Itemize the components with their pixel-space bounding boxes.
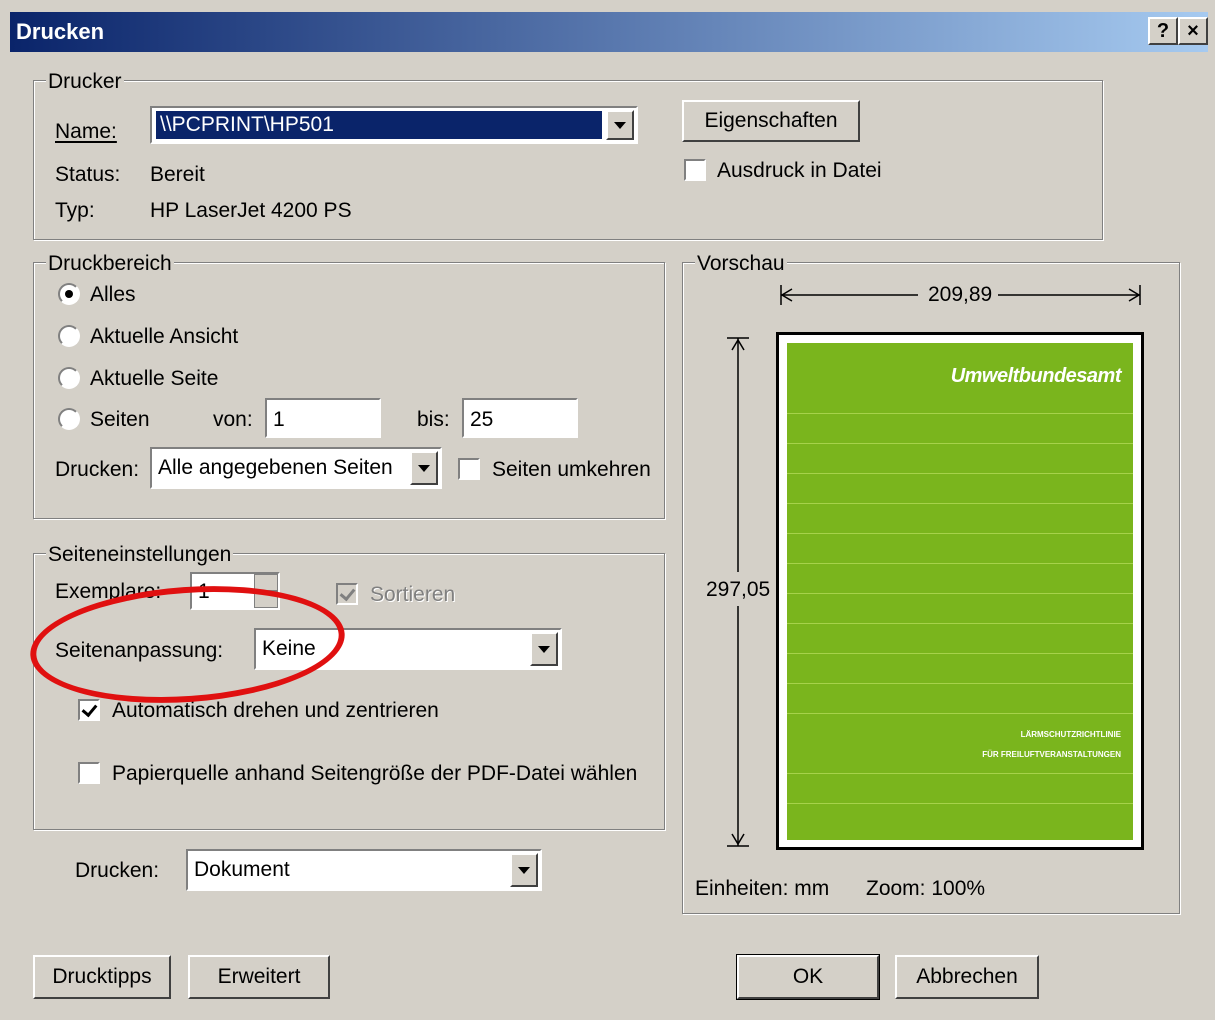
cover-line	[787, 563, 1133, 564]
preview-cover: Umweltbundesamt LÄRMSCHUTZRICHTLINIE FÜR…	[787, 343, 1133, 840]
zoom-label: Zoom: 100%	[866, 877, 986, 900]
cover-brand: Umweltbundesamt	[950, 365, 1122, 387]
units-label: Einheiten: mm	[695, 877, 830, 900]
cover-line	[787, 623, 1133, 624]
cover-line	[787, 443, 1133, 444]
cover-line	[787, 713, 1133, 714]
cover-line	[787, 473, 1133, 474]
preview-width: 209,89	[928, 283, 993, 306]
cover-line	[787, 653, 1133, 654]
cover-line2: FÜR FREILUFTVERANSTALTUNGEN	[982, 750, 1121, 759]
print-tips-button[interactable]: Drucktipps	[33, 955, 171, 999]
preview-height: 297,05	[706, 578, 771, 602]
cover-line	[787, 503, 1133, 504]
cover-line	[787, 803, 1133, 804]
ok-button[interactable]: OK	[736, 954, 880, 1000]
cover-line	[787, 593, 1133, 594]
cover-line	[787, 773, 1133, 774]
cover-line1: LÄRMSCHUTZRICHTLINIE	[1020, 730, 1121, 739]
cover-line	[787, 533, 1133, 534]
advanced-button[interactable]: Erweitert	[188, 955, 330, 999]
cancel-button[interactable]: Abbrechen	[895, 955, 1039, 999]
cover-line	[787, 413, 1133, 414]
cover-line	[787, 683, 1133, 684]
